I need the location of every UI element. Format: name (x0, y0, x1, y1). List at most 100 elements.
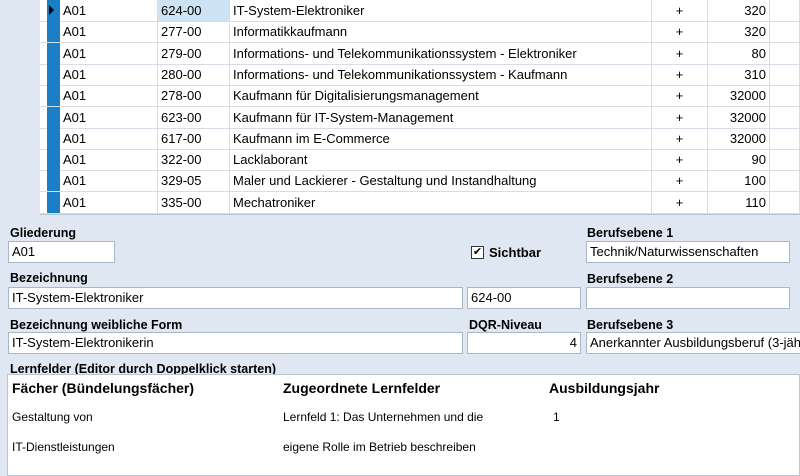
cell-flag[interactable]: + (652, 63, 708, 85)
cell-code[interactable]: A01 (60, 106, 158, 128)
cell-empty[interactable] (770, 0, 800, 21)
table-row[interactable]: A01 278-00 Kaufmann für Digitalisierungsma… (40, 85, 800, 108)
cell-value[interactable]: 80 (708, 42, 770, 64)
cell-flag[interactable]: + (652, 127, 708, 149)
cell-code[interactable]: A01 (60, 63, 158, 85)
cell-code[interactable]: A01 (60, 85, 158, 107)
cell-value[interactable]: 32000 (708, 106, 770, 128)
cell-name[interactable]: Informatikkaufmann (230, 21, 652, 43)
row-indicator[interactable] (47, 106, 60, 128)
cell-flag[interactable]: + (652, 191, 708, 213)
table-row[interactable]: A01 335-00 Mechatroniker +110 (40, 191, 800, 214)
bezeichnung-weiblich-field[interactable]: IT-System-Elektronikerin (8, 332, 463, 354)
cell-flag[interactable]: + (652, 149, 708, 171)
cell-empty[interactable] (770, 191, 800, 213)
table-row[interactable]: A01 277-00 Informatikkaufmann +320 (40, 21, 800, 44)
row-indicator[interactable] (47, 85, 60, 107)
table-row[interactable]: A01 280-00 Informations- und Telekommunika… (40, 63, 800, 86)
berufsebene1-field[interactable]: Technik/Naturwissenschaften (586, 241, 790, 263)
cell-code[interactable]: A01 (60, 149, 158, 171)
row-indicator[interactable] (47, 63, 60, 85)
cell-empty[interactable] (770, 149, 800, 171)
sichtbar-checkbox[interactable]: ✔ (471, 246, 484, 259)
row-indicator[interactable] (47, 42, 60, 64)
cell-code[interactable]: A01 (60, 170, 158, 192)
cell-value[interactable]: 90 (708, 149, 770, 171)
cell-name[interactable]: Informations- und Telekommunikationssyst… (230, 42, 652, 64)
cell-flag[interactable]: + (652, 106, 708, 128)
nummer-field[interactable]: 624-00 (467, 287, 581, 309)
cell-number[interactable]: 279-00 (158, 42, 230, 64)
row-indicator[interactable] (47, 170, 60, 192)
cell-flag[interactable]: + (652, 0, 708, 21)
cell-name[interactable]: Informations- und Telekommunikationssyst… (230, 63, 652, 85)
row-indicator[interactable] (47, 127, 60, 149)
table-row[interactable]: A01 279-00 Informations- und Telekommunika… (40, 42, 800, 65)
ausbildungsjahr-header: Ausbildungsjahr (549, 380, 660, 396)
cell-number[interactable]: 278-00 (158, 85, 230, 107)
cell-number[interactable]: 617-00 (158, 127, 230, 149)
cell-code[interactable]: A01 (60, 0, 158, 21)
row-indicator[interactable] (47, 191, 60, 213)
cell-empty[interactable] (770, 85, 800, 107)
cell-code[interactable]: A01 (60, 127, 158, 149)
cell-number[interactable]: 335-00 (158, 191, 230, 213)
dqr-niveau-field[interactable]: 4 (467, 332, 581, 354)
bezeichnung-field[interactable]: IT-System-Elektroniker (8, 287, 463, 309)
cell-value[interactable]: 100 (708, 170, 770, 192)
occupations-grid[interactable]: A01 624-00 IT-System-Elektroniker +320 A01 27… (40, 0, 800, 215)
cell-number[interactable]: 623-00 (158, 106, 230, 128)
cell-number[interactable]: 322-00 (158, 149, 230, 171)
sichtbar-label: Sichtbar (489, 245, 542, 260)
lernfeld-line-2: eigene Rolle im Betrieb beschreiben (283, 440, 476, 454)
ausbildungsjahr-value: 1 (553, 410, 560, 424)
cell-flag[interactable]: + (652, 21, 708, 43)
berufsebene3-field[interactable]: Anerkannter Ausbildungsberuf (3-jährig) (586, 332, 800, 354)
lernfelder-editor[interactable]: Fächer (Bündelungsfächer) Zugeordnete Le… (7, 374, 800, 476)
cell-empty[interactable] (770, 127, 800, 149)
cell-empty[interactable] (770, 106, 800, 128)
cell-empty[interactable] (770, 63, 800, 85)
cell-name[interactable]: Lacklaborant (230, 149, 652, 171)
row-indicator[interactable] (47, 0, 60, 21)
bezeichnung-label: Bezeichnung (10, 271, 88, 285)
berufsebene2-label: Berufsebene 2 (587, 272, 674, 286)
cell-name[interactable]: IT-System-Elektroniker (230, 0, 652, 21)
cell-number[interactable]: 280-00 (158, 63, 230, 85)
gliederung-label: Gliederung (10, 226, 76, 240)
cell-empty[interactable] (770, 42, 800, 64)
row-indicator[interactable] (47, 149, 60, 171)
cell-name[interactable]: Mechatroniker (230, 191, 652, 213)
cell-value[interactable]: 320 (708, 21, 770, 43)
cell-code[interactable]: A01 (60, 42, 158, 64)
cell-code[interactable]: A01 (60, 21, 158, 43)
cell-number[interactable]: 624-00 (158, 0, 230, 21)
cell-name[interactable]: Kaufmann für IT-System-Management (230, 106, 652, 128)
cell-empty[interactable] (770, 170, 800, 192)
cell-empty[interactable] (770, 21, 800, 43)
table-row[interactable]: A01 329-05 Maler und Lackierer - Gestaltun… (40, 170, 800, 193)
table-row[interactable]: A01 624-00 IT-System-Elektroniker +320 (40, 0, 800, 22)
gliederung-field[interactable]: A01 (8, 241, 115, 263)
table-row[interactable]: A01 617-00 Kaufmann im E-Commerce +32000 (40, 127, 800, 150)
cell-value[interactable]: 320 (708, 0, 770, 21)
cell-value[interactable]: 32000 (708, 127, 770, 149)
cell-number[interactable]: 277-00 (158, 21, 230, 43)
cell-name[interactable]: Kaufmann für Digitalisierungsmanagement (230, 85, 652, 107)
cell-value[interactable]: 110 (708, 191, 770, 213)
cell-number[interactable]: 329-05 (158, 170, 230, 192)
cell-flag[interactable]: + (652, 42, 708, 64)
berufsebene2-field[interactable] (586, 287, 790, 309)
row-indicator[interactable] (47, 21, 60, 43)
fach-line-2: IT-Dienstleistungen (12, 440, 115, 454)
cell-name[interactable]: Kaufmann im E-Commerce (230, 127, 652, 149)
fach-line-1: Gestaltung von (12, 410, 93, 424)
table-row[interactable]: A01 322-00 Lacklaborant +90 (40, 149, 800, 172)
cell-code[interactable]: A01 (60, 191, 158, 213)
cell-flag[interactable]: + (652, 85, 708, 107)
cell-name[interactable]: Maler und Lackierer - Gestaltung und Ins… (230, 170, 652, 192)
cell-flag[interactable]: + (652, 170, 708, 192)
cell-value[interactable]: 32000 (708, 85, 770, 107)
table-row[interactable]: A01 623-00 Kaufmann für IT-System-Manageme… (40, 106, 800, 129)
cell-value[interactable]: 310 (708, 63, 770, 85)
